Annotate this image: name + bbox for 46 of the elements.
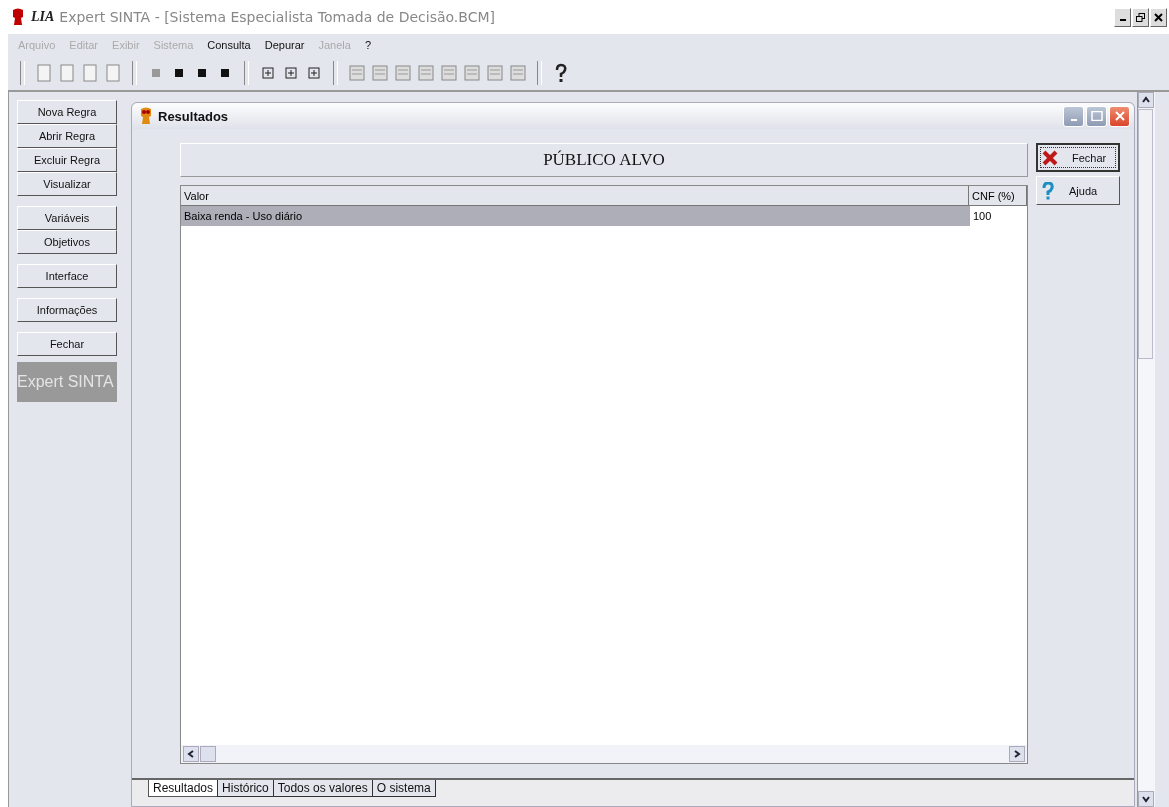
sidebar-button[interactable]: Abrir Regra [17, 124, 117, 148]
tab[interactable]: Todos os valores [272, 780, 373, 797]
scroll-down-button[interactable] [1138, 791, 1154, 807]
sidebar-button[interactable]: Fechar [17, 332, 117, 356]
app-icon [138, 107, 154, 125]
table-cell-text: 100 [972, 209, 993, 224]
scroll-left-button[interactable] [183, 746, 199, 762]
menu-item[interactable]: ? [364, 39, 372, 51]
maximize-button[interactable] [1086, 105, 1107, 127]
sidebar-button[interactable]: Excluir Regra [17, 148, 117, 172]
restore-button[interactable] [1132, 7, 1149, 27]
close-button[interactable]: Fechar [1036, 143, 1120, 172]
minimize-icon [1070, 119, 1077, 121]
scrollbar-thumb[interactable] [1138, 109, 1153, 359]
scroll-up-button[interactable] [1138, 92, 1154, 108]
close-icon [1113, 110, 1126, 122]
maximize-icon [1090, 111, 1103, 121]
column-header[interactable]: CNF (%) [969, 186, 1027, 206]
sidebar-button[interactable]: Objetivos [17, 230, 117, 254]
sidebar-button[interactable]: Informações [17, 298, 117, 322]
tab[interactable]: Resultados [148, 780, 219, 797]
menu-item[interactable]: Consulta [207, 39, 251, 51]
app-icon [10, 8, 26, 26]
table-cell: Baixa renda - Uso diário [181, 206, 970, 226]
restore-icon [1136, 12, 1145, 22]
sidebar-button[interactable]: Variáveis [17, 206, 117, 230]
tab[interactable]: Histórico [217, 780, 274, 797]
sidebar-button[interactable]: Interface [17, 264, 117, 288]
window-title: Expert SINTA - [Sistema Especialista Tomada de Decisão.BCM] [59, 9, 495, 25]
close-icon [1154, 12, 1163, 22]
menu-item[interactable]: Depurar [264, 39, 305, 51]
close-button[interactable] [1150, 7, 1167, 27]
column-header[interactable]: Valor [181, 186, 969, 206]
result-heading: PÚBLICO ALVO [180, 143, 1028, 177]
scrollbar-thumb[interactable] [200, 746, 216, 762]
minimize-button[interactable] [1114, 7, 1131, 27]
sidebar-button[interactable]: Nova Regra [17, 100, 117, 124]
help-icon [1041, 181, 1055, 200]
scroll-right-button[interactable] [1009, 746, 1025, 762]
help-button[interactable]: Ajuda [1036, 176, 1120, 205]
sidebar-button[interactable]: Visualizar [17, 172, 117, 196]
window-title: Resultados [158, 108, 229, 124]
brand-label: Expert SINTA [17, 362, 117, 402]
app-logo: LIA [31, 9, 55, 25]
close-icon [1042, 149, 1058, 166]
tab[interactable]: O sistema [371, 780, 436, 797]
